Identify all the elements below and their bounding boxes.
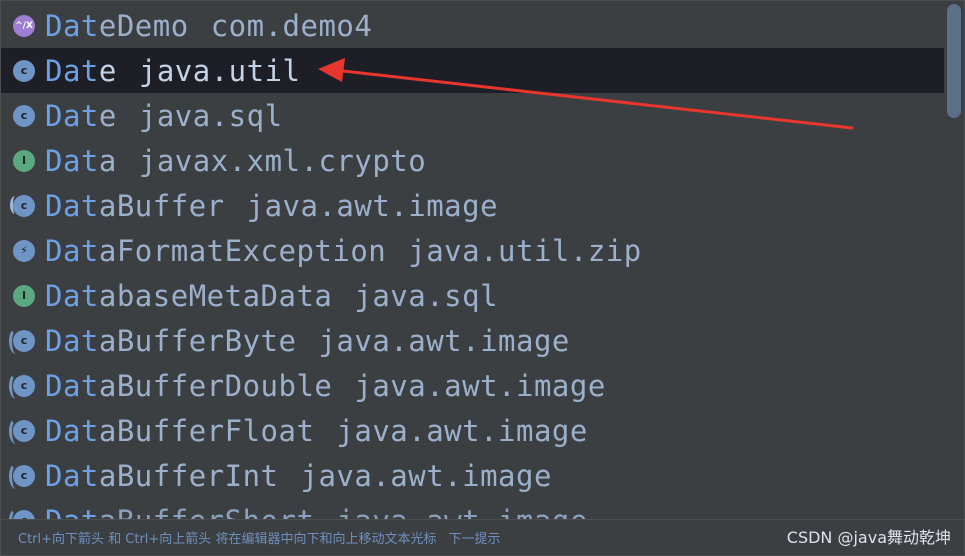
item-name: Data [45, 144, 117, 178]
item-name-rest: e [98, 53, 117, 88]
item-name: DataBufferByte [45, 324, 296, 358]
class-icon: c [9, 462, 35, 489]
class-icon: c [9, 327, 35, 354]
hint-text: Ctrl+向下箭头 和 Ctrl+向上箭头 将在编辑器中向下和向上移动文本光标 [18, 532, 437, 547]
item-name-rest: e [98, 98, 117, 133]
item-name-match: Dat [45, 233, 99, 268]
list-item-selected[interactable]: c Date java.util [1, 48, 946, 93]
completion-list: ^/X DateDemo com.demo4 c Date java.util … [1, 1, 946, 521]
item-package: java.util [138, 53, 301, 88]
item-name-match: Dat [45, 458, 99, 493]
list-item[interactable]: c DataBufferInt java.awt.image [1, 453, 946, 498]
list-item[interactable]: ⚡ DataFormatException java.util.zip [1, 228, 946, 273]
item-name: DataBuffer [45, 189, 225, 223]
kotlin-icon: ^/X [13, 14, 35, 37]
interface-icon: I [13, 284, 35, 307]
item-name-match: Dat [45, 278, 99, 313]
item-name: DataBufferInt [45, 459, 279, 493]
item-name: DatabaseMetaData [45, 279, 332, 313]
item-package: java.sql [354, 278, 499, 313]
abstract-class-icon: c [10, 194, 35, 217]
item-name: Date [45, 54, 117, 88]
item-package: javax.xml.crypto [138, 143, 427, 178]
item-package: java.util.zip [408, 233, 642, 268]
item-name-match: Dat [45, 53, 99, 88]
item-name-rest: aBufferInt [98, 458, 279, 493]
list-item[interactable]: c DataBufferShort java.awt.image [1, 498, 946, 521]
item-name-match: Dat [45, 98, 99, 133]
list-item[interactable]: c Date java.sql [1, 93, 946, 138]
item-name: DataBufferDouble [45, 369, 332, 403]
csdn-watermark: CSDN @java舞动乾坤 [786, 528, 951, 547]
list-item[interactable]: c DataBuffer java.awt.image [1, 183, 946, 228]
item-package: java.awt.image [354, 368, 606, 403]
scrollbar-thumb[interactable] [947, 4, 961, 118]
item-name-rest: aFormatException [98, 233, 387, 268]
list-item[interactable]: c DataBufferDouble java.awt.image [1, 363, 946, 408]
list-item[interactable]: c DataBufferByte java.awt.image [1, 318, 946, 363]
item-name-rest: aBufferDouble [98, 368, 333, 403]
exception-icon: ⚡ [13, 239, 35, 262]
item-name-rest: aBuffer [98, 188, 225, 223]
class-icon: c [13, 104, 35, 127]
item-name-match: Dat [45, 368, 99, 403]
class-icon: c [9, 372, 35, 399]
interface-icon: I [13, 149, 35, 172]
list-item[interactable]: ^/X DateDemo com.demo4 [1, 3, 946, 48]
item-name-rest: abaseMetaData [98, 278, 333, 313]
item-name-rest: aBufferFloat [98, 413, 315, 448]
item-package: java.awt.image [318, 323, 570, 358]
completion-popup: ^/X DateDemo com.demo4 c Date java.util … [0, 0, 965, 556]
item-package: java.sql [138, 98, 283, 133]
item-name-match: Dat [45, 188, 99, 223]
item-package: java.awt.image [300, 458, 552, 493]
item-name-match: Dat [45, 8, 99, 43]
class-icon: c [13, 59, 35, 82]
item-package: com.demo4 [210, 8, 373, 43]
next-tip-link[interactable]: 下一提示 [448, 528, 500, 547]
item-name: DateDemo [45, 9, 189, 43]
item-name-rest: a [98, 143, 117, 178]
item-name: Date [45, 99, 117, 133]
item-name: DataFormatException [45, 234, 386, 268]
item-package: java.awt.image [336, 413, 588, 448]
item-name-match: Dat [45, 143, 99, 178]
item-name: DataBufferFloat [45, 414, 314, 448]
list-item[interactable]: I DatabaseMetaData java.sql [1, 273, 946, 318]
list-item[interactable]: I Data javax.xml.crypto [1, 138, 946, 183]
item-name-match: Dat [45, 413, 99, 448]
class-icon: c [9, 417, 35, 444]
item-name-rest: aBufferByte [98, 323, 297, 358]
vertical-scrollbar[interactable] [944, 1, 964, 521]
item-name-match: Dat [45, 323, 99, 358]
item-name-rest: eDemo [98, 8, 189, 43]
item-package: java.awt.image [246, 188, 499, 223]
list-item[interactable]: c DataBufferFloat java.awt.image [1, 408, 946, 453]
